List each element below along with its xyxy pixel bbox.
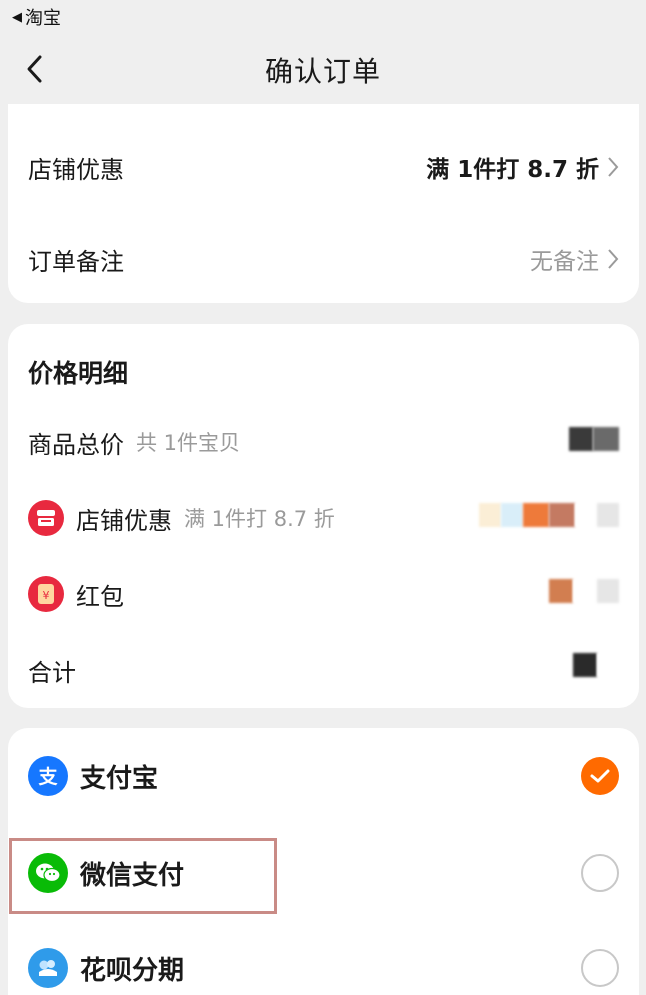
- total-row: 合计: [28, 650, 619, 690]
- back-app-label: 淘宝: [25, 8, 61, 29]
- radio-unselected[interactable]: [581, 949, 619, 987]
- red-packet-label: 红包: [76, 582, 124, 611]
- chevron-right-icon: [608, 249, 619, 269]
- total-goods-amount-redacted: [569, 426, 619, 452]
- order-note-value-wrap: 无备注: [530, 242, 619, 276]
- chevron-right-icon: [608, 157, 619, 177]
- order-note-row[interactable]: 订单备注 无备注: [8, 236, 639, 282]
- back-to-app-link[interactable]: ◀ 淘宝: [12, 4, 61, 30]
- status-bar: ◀ 淘宝: [0, 0, 646, 34]
- svg-text:¥: ¥: [43, 589, 50, 602]
- svg-text:支: 支: [37, 766, 58, 788]
- radio-unselected[interactable]: [581, 854, 619, 892]
- order-confirm-page: ◀ 淘宝 确认订单 店铺优惠 满 1件打 8.7 折 订单备注 无备注 价格明细…: [0, 0, 646, 995]
- total-label: 合计: [28, 658, 76, 687]
- alipay-icon: 支: [28, 756, 68, 796]
- nav-bar: 确认订单: [0, 34, 646, 104]
- huabei-icon: [28, 948, 68, 988]
- checkmark-icon: [590, 769, 610, 783]
- wechat-pay-highlight-box: [9, 838, 277, 914]
- red-packet-amount-redacted: [549, 578, 619, 604]
- price-detail-title: 价格明细: [28, 359, 129, 388]
- payment-method-huabei[interactable]: 花呗分期: [28, 946, 619, 990]
- order-note-label: 订单备注: [28, 247, 124, 276]
- price-detail-card: 价格明细 商品总价 共 1件宝贝 店铺优惠 满 1件打 8.7 折 ¥ 红包 合…: [8, 324, 639, 708]
- shop-discount-detail-label: 店铺优惠: [76, 506, 172, 535]
- huabei-label: 花呗分期: [80, 955, 185, 986]
- shop-discount-row[interactable]: 店铺优惠 满 1件打 8.7 折: [8, 144, 639, 190]
- shop-discount-label: 店铺优惠: [28, 155, 124, 184]
- alipay-label: 支付宝: [80, 763, 159, 794]
- payment-method-alipay[interactable]: 支 支付宝: [28, 754, 619, 798]
- total-goods-sub: 共 1件宝贝: [136, 431, 241, 455]
- radio-selected[interactable]: [581, 757, 619, 795]
- shop-discount-amount-redacted: [479, 502, 619, 528]
- total-goods-row: 商品总价 共 1件宝贝: [28, 422, 619, 462]
- order-summary-card: 店铺优惠 满 1件打 8.7 折 订单备注 无备注: [8, 104, 639, 303]
- shop-discount-detail-sub: 满 1件打 8.7 折: [184, 507, 335, 531]
- red-packet-icon: ¥: [28, 576, 64, 612]
- back-triangle-icon: ◀: [12, 9, 22, 25]
- shop-discount-value: 满 1件打 8.7 折: [426, 157, 599, 183]
- red-packet-row: ¥ 红包: [28, 574, 619, 614]
- order-note-value: 无备注: [530, 249, 599, 275]
- page-title: 确认订单: [264, 55, 381, 88]
- shop-discount-value-wrap: 满 1件打 8.7 折: [426, 150, 619, 184]
- shop-icon: [28, 500, 64, 536]
- total-goods-label: 商品总价: [28, 430, 124, 459]
- total-amount-redacted: [573, 652, 619, 678]
